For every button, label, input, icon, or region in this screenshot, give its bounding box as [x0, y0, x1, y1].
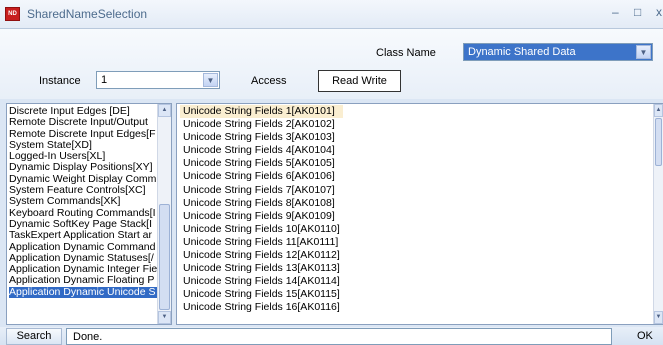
list-item[interactable]: Unicode String Fields 9[AK0109] — [180, 210, 343, 223]
list-item[interactable]: System Feature Controls[XC] — [9, 185, 159, 196]
list-item[interactable]: Unicode String Fields 16[AK0116] — [180, 301, 343, 314]
list-item[interactable]: Remote Discrete Input/Output — [9, 117, 159, 128]
list-item[interactable]: Unicode String Fields 8[AK0108] — [180, 197, 343, 210]
scroll-up-icon[interactable]: ▲ — [654, 104, 663, 117]
list-item[interactable]: Unicode String Fields 3[AK0103] — [180, 131, 343, 144]
field-list[interactable]: Unicode String Fields 1[AK0101] Unicode S… — [176, 103, 663, 325]
access-label: Access — [251, 75, 287, 87]
list-item[interactable]: Unicode String Fields 14[AK0114] — [180, 275, 343, 288]
scroll-down-icon[interactable]: ▼ — [158, 311, 171, 324]
shared-data-type-list[interactable]: Discrete Input Edges [DE] Remote Discrete… — [6, 103, 172, 325]
scroll-up-icon[interactable]: ▲ — [158, 104, 171, 117]
window-title: SharedNameSelection — [27, 7, 148, 21]
search-button[interactable]: Search — [6, 328, 62, 345]
list-item[interactable]: Unicode String Fields 4[AK0104] — [180, 144, 343, 157]
list-item[interactable]: Dynamic Display Positions[XY] — [9, 162, 159, 173]
class-name-dropdown[interactable]: Dynamic Shared Data ▼ — [463, 43, 653, 61]
list-item[interactable]: Dynamic SoftKey Page Stack[I — [9, 219, 159, 230]
list-item[interactable]: Unicode String Fields 6[AK0106] — [180, 170, 343, 183]
access-read-write-button[interactable]: Read Write — [318, 70, 401, 92]
list-item[interactable]: Unicode String Fields 11[AK0111] — [180, 236, 343, 249]
minimize-button[interactable]: – — [612, 5, 619, 19]
list-item[interactable]: Remote Discrete Input Edges[F — [9, 129, 159, 140]
list-item[interactable]: Application Dynamic Command — [9, 242, 159, 253]
list-item[interactable]: Unicode String Fields 13[AK0113] — [180, 262, 343, 275]
class-name-value: Dynamic Shared Data — [468, 46, 576, 58]
list-item[interactable]: Keyboard Routing Commands[I — [9, 208, 159, 219]
list-item[interactable]: Unicode String Fields 7[AK0107] — [180, 184, 343, 197]
instance-label: Instance — [39, 75, 81, 87]
maximize-button[interactable]: □ — [634, 5, 641, 19]
list-item[interactable]: System State[XD] — [9, 140, 159, 151]
field-items: Unicode String Fields 1[AK0101] Unicode S… — [180, 105, 343, 315]
list-item[interactable]: Unicode String Fields 15[AK0115] — [180, 288, 343, 301]
class-name-label: Class Name — [376, 47, 436, 59]
status-field: Done. — [66, 328, 612, 345]
list-item[interactable]: System Commands[XK] — [9, 196, 159, 207]
title-bar: ND SharedNameSelection – □ x — [0, 0, 663, 29]
list-item[interactable]: Unicode String Fields 5[AK0105] — [180, 157, 343, 170]
list-item[interactable]: Application Dynamic Statuses[/ — [9, 253, 159, 264]
list-item[interactable]: Unicode String Fields 1[AK0101] — [180, 105, 343, 119]
chevron-down-icon[interactable]: ▼ — [636, 45, 651, 59]
close-button[interactable]: x — [656, 5, 662, 19]
status-text: Done. — [73, 331, 103, 343]
list-item[interactable]: Application Dynamic Integer Fie — [9, 264, 159, 275]
list-item[interactable]: TaskExpert Application Start ar — [9, 230, 159, 241]
list-item[interactable]: Dynamic Weight Display Comm — [9, 174, 159, 185]
scroll-thumb[interactable] — [655, 118, 662, 166]
chevron-down-icon[interactable]: ▼ — [203, 73, 218, 87]
instance-value: 1 — [101, 74, 108, 86]
app-logo-icon: ND — [5, 7, 20, 21]
right-list-scrollbar[interactable]: ▲ ▼ — [653, 104, 663, 324]
list-item[interactable]: Unicode String Fields 2[AK0102] — [180, 118, 343, 131]
list-item[interactable]: Logged-In Users[XL] — [9, 151, 159, 162]
left-list-scrollbar[interactable]: ▲ ▼ — [157, 104, 171, 324]
scroll-thumb[interactable] — [159, 204, 170, 310]
list-item[interactable]: Unicode String Fields 12[AK0112] — [180, 249, 343, 262]
list-item[interactable]: Application Dynamic Floating P — [9, 275, 159, 286]
list-item[interactable]: Discrete Input Edges [DE] — [9, 106, 159, 117]
instance-dropdown[interactable]: 1 ▼ — [96, 71, 220, 89]
list-item[interactable]: Unicode String Fields 10[AK0110] — [180, 223, 343, 236]
ok-button[interactable]: OK — [637, 330, 653, 342]
scroll-down-icon[interactable]: ▼ — [654, 311, 663, 324]
list-item[interactable]: Application Dynamic Unicode S — [9, 286, 159, 299]
shared-data-type-items: Discrete Input Edges [DE] Remote Discrete… — [9, 106, 159, 299]
